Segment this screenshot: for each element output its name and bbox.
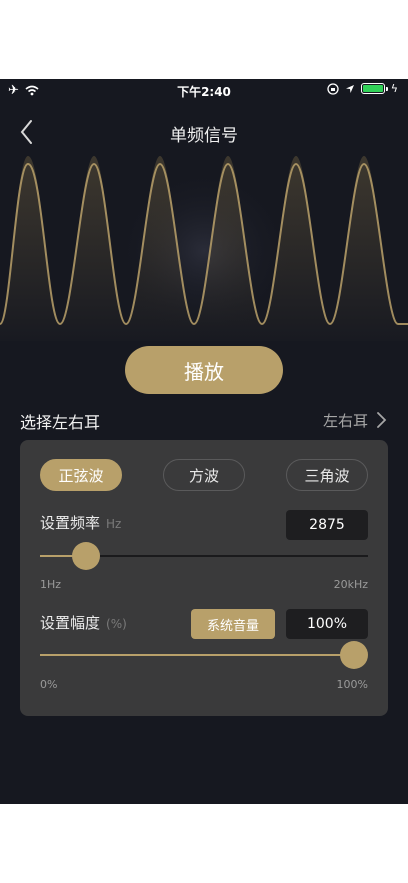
frequency-max-label: 20kHz (333, 578, 368, 591)
frequency-min-label: 1Hz (40, 578, 62, 591)
system-volume-button[interactable]: 系统音量 (191, 609, 275, 639)
settings-panel: 正弦波 方波 三角波 设置频率 Hz 2875 1Hz 20kHz 设置幅度 (%)… (20, 440, 388, 716)
ear-select-value[interactable]: 左右耳 (323, 410, 368, 431)
waveform-visualization (0, 156, 408, 341)
wave-type-triangle-button[interactable]: 三角波 (286, 459, 368, 491)
amplitude-unit: (%) (106, 617, 127, 631)
amplitude-min-label: 0% (40, 678, 58, 691)
amplitude-slider-thumb[interactable] (340, 641, 368, 669)
amplitude-label-group: 设置幅度 (%) (40, 612, 127, 633)
ear-selector-row[interactable]: 选择左右耳 左右耳 (20, 409, 388, 433)
amplitude-slider-fill (40, 654, 354, 656)
wave-type-sine-button[interactable]: 正弦波 (40, 459, 122, 491)
status-bar: ✈ 下午2:40 ϟ (0, 79, 408, 101)
amplitude-slider[interactable] (40, 640, 368, 670)
frequency-unit: Hz (106, 517, 122, 531)
frequency-label: 设置频率 (40, 514, 101, 532)
battery-icon (360, 83, 388, 94)
location-icon (345, 84, 354, 93)
rotation-lock-icon (327, 82, 339, 95)
frequency-slider[interactable] (40, 541, 368, 571)
frequency-slider-thumb[interactable] (71, 542, 100, 570)
frequency-input[interactable]: 2875 (286, 510, 368, 540)
ear-select-label: 选择左右耳 (20, 413, 101, 432)
chevron-right-icon[interactable] (374, 409, 388, 431)
amplitude-label: 设置幅度 (40, 614, 101, 632)
play-button[interactable]: 播放 (125, 346, 283, 394)
frequency-label-group: 设置频率 Hz (40, 512, 121, 533)
amplitude-input[interactable]: 100% (286, 609, 368, 639)
page-title: 单频信号 (170, 126, 238, 146)
app-screen: ✈ 下午2:40 ϟ 单频信号 播放 选择左右耳 左右耳 正弦波 方波 三角波 … (0, 79, 408, 804)
charging-icon: ϟ (390, 82, 398, 95)
amplitude-max-label: 100% (336, 678, 368, 691)
nav-bar: 单频信号 (0, 107, 408, 157)
wave-type-square-button[interactable]: 方波 (163, 459, 245, 491)
wave-type-selector: 正弦波 方波 三角波 (40, 459, 368, 493)
